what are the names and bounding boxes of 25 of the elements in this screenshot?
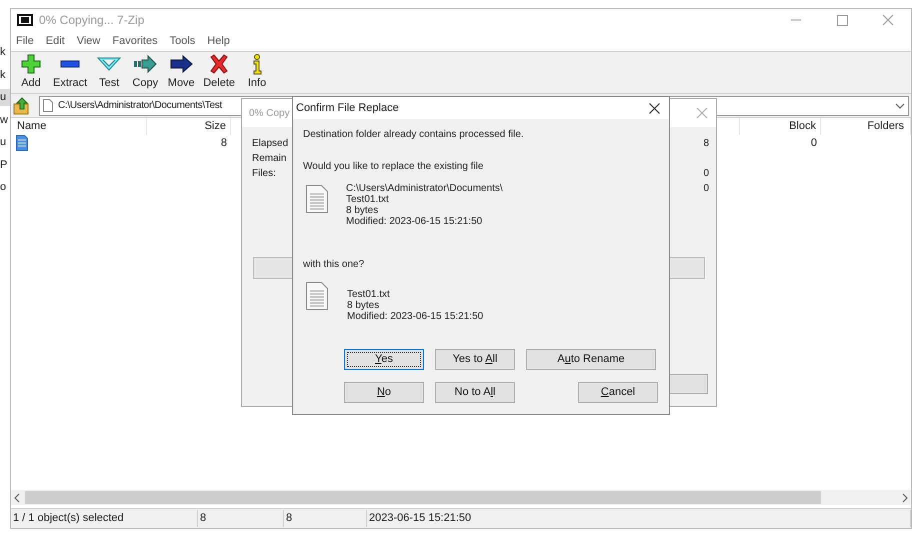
file-info-text: C:\Users\Administrator\Documents\ bbox=[346, 183, 503, 194]
progress-value: 0 bbox=[703, 182, 709, 196]
status-text: 8 bbox=[198, 510, 284, 527]
table-cell-text: 0 bbox=[810, 136, 818, 151]
dialog-message: Destination folder already contains processed file. bbox=[303, 128, 524, 142]
file-info-text: Modified: 2023-06-15 15:21:50 bbox=[347, 311, 484, 322]
dialog-title: Confirm File Replace bbox=[296, 100, 399, 116]
file-info-text: Modified: 2023-06-15 15:21:50 bbox=[346, 216, 484, 227]
status-text: 2023-06-15 15:21:50 bbox=[367, 510, 911, 527]
file-info-text: Test01.txt bbox=[347, 289, 391, 300]
table-cell-text: 8 bbox=[220, 136, 228, 151]
status-text: 1 / 1 object(s) selected bbox=[11, 510, 198, 527]
progress-value: 0 bbox=[703, 167, 709, 181]
progress-label: Elapsed bbox=[252, 137, 288, 151]
dialog-question: Would you like to replace the existing file bbox=[303, 160, 484, 174]
window-title: 0% Copying... 7-Zip bbox=[39, 12, 144, 29]
progress-value: 8 bbox=[703, 137, 709, 151]
status-text: 8 bbox=[284, 510, 367, 527]
file-info-text: 8 bytes bbox=[346, 205, 380, 216]
dialog-title: 0% Copy bbox=[249, 106, 290, 120]
progress-label: Remain bbox=[252, 152, 286, 166]
dialog-text: with this one? bbox=[303, 258, 364, 272]
progress-label: Files: bbox=[252, 167, 276, 181]
file-info-text: 8 bytes bbox=[347, 300, 380, 311]
file-info-text: Test01.txt bbox=[346, 194, 390, 205]
